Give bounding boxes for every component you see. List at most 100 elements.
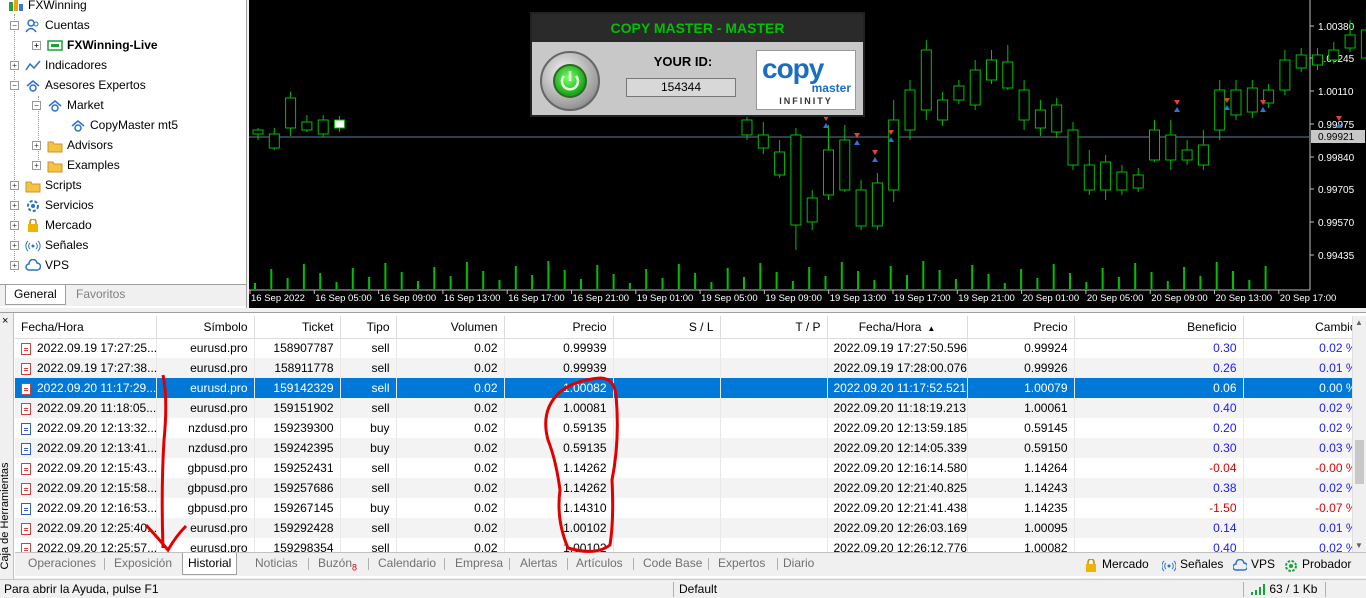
tab-code-base[interactable]: Code Base [638, 553, 707, 575]
cell-open-time: 2022.09.20 11:17:29.... [15, 378, 157, 398]
col-symbol[interactable]: Símbolo [156, 316, 255, 339]
nav-item-vps[interactable]: + VPS [10, 255, 69, 275]
nav-item-mercado[interactable]: + Mercado [10, 215, 92, 235]
cell-profit: 0.40 [1074, 538, 1244, 552]
col-ticket[interactable]: Ticket [254, 316, 341, 339]
candle-body [953, 85, 965, 101]
expand-icon[interactable]: + [10, 261, 19, 271]
deal-doc-icon [21, 402, 31, 415]
nav-item-indicators[interactable]: + Indicadores [10, 55, 107, 75]
table-row[interactable]: 2022.09.19 17:27:38.... eurusd.pro 1589117… [15, 358, 1363, 378]
table-row[interactable]: 2022.09.20 12:16:53.... gbpusd.pro 1592671… [15, 498, 1363, 518]
cell-sl [613, 378, 721, 398]
mercado-button[interactable]: Mercado [1084, 553, 1149, 575]
tab-calendario[interactable]: Calendario [373, 553, 441, 575]
expand-icon[interactable]: + [10, 221, 19, 231]
candle-body [1051, 104, 1063, 133]
tab-noticias[interactable]: Noticias [250, 553, 303, 575]
tab-empresa[interactable]: Empresa [450, 553, 508, 575]
open-time-text: 2022.09.19 17:27:38.... [37, 361, 156, 375]
table-row[interactable]: 2022.09.20 12:15:58.... gbpusd.pro 1592576… [15, 478, 1363, 498]
expand-icon[interactable]: + [10, 201, 19, 211]
tab-general[interactable]: General [5, 285, 66, 305]
nav-item-examples[interactable]: + Examples [32, 155, 120, 175]
collapse-icon[interactable]: − [10, 81, 19, 91]
table-row[interactable]: 2022.09.20 12:13:32.... nzdusd.pro 1592393… [15, 418, 1363, 438]
nav-item-experts[interactable]: − Asesores Expertos [10, 75, 146, 95]
table-row[interactable]: 2022.09.19 17:27:25.... eurusd.pro 1589077… [15, 338, 1363, 358]
scroll-up-icon[interactable]: ▲ [1355, 318, 1363, 327]
cell-close-time: 2022.09.20 11:18:19.213 [827, 398, 968, 418]
col-change[interactable]: Cambio [1243, 316, 1363, 339]
tab-historial[interactable]: Historial [182, 553, 238, 575]
tab-buzon[interactable]: Buzón8 [313, 553, 362, 575]
nav-item-services[interactable]: + Servicios [10, 195, 94, 215]
candle-body [839, 139, 851, 191]
col-price[interactable]: Precio [504, 316, 614, 339]
tab-exposicion[interactable]: Exposición [109, 553, 177, 575]
collapse-icon[interactable]: − [32, 101, 41, 111]
time-label: 19 Sep 17:00 [894, 293, 951, 304]
nav-item-advisors[interactable]: + Advisors [32, 135, 113, 155]
cell-symbol: eurusd.pro [156, 538, 255, 552]
col-profit[interactable]: Beneficio [1074, 316, 1244, 339]
candle-body [774, 151, 786, 176]
expand-icon[interactable]: + [10, 241, 19, 251]
cell-profit: 0.30 [1074, 438, 1244, 458]
cell-price: 0.59135 [504, 438, 614, 458]
expand-icon[interactable]: + [10, 61, 19, 71]
cell-ticket: 159298354 [254, 538, 341, 552]
nav-item-signals[interactable]: + Señales [10, 235, 88, 255]
table-row[interactable]: 2022.09.20 12:25:57.... eurusd.pro 1592983… [15, 538, 1363, 552]
nav-item-scripts[interactable]: + Scripts [10, 175, 82, 195]
cell-open-time: 2022.09.20 12:25:57.... [15, 538, 157, 552]
scroll-down-icon[interactable]: ▼ [1355, 541, 1363, 550]
table-row[interactable]: 2022.09.20 11:18:05.... eurusd.pro 1591519… [15, 398, 1363, 418]
tab-articulos[interactable]: Artículos [571, 553, 628, 575]
cell-change: 0.00 % [1243, 378, 1363, 398]
expand-icon[interactable]: + [10, 181, 19, 191]
table-row[interactable]: 2022.09.20 12:15:43.... gbpusd.pro 1592524… [15, 458, 1363, 478]
close-icon[interactable]: × [2, 315, 8, 327]
cell-ticket: 159267145 [254, 498, 341, 518]
scrollbar-thumb[interactable] [1355, 440, 1364, 484]
nav-root-fxwinning[interactable]: FXWinning [8, 0, 87, 15]
cell-price: 0.99939 [504, 358, 614, 378]
table-row[interactable]: 2022.09.20 12:13:41.... nzdusd.pro 1592423… [15, 438, 1363, 458]
cell-open-time: 2022.09.20 12:25:40.... [15, 518, 157, 538]
nav-item-label: Señales [45, 238, 89, 252]
vps-button[interactable]: VPS [1232, 553, 1275, 575]
vertical-scrollbar[interactable]: ▲ ▼ [1352, 316, 1366, 552]
col-close-price[interactable]: Precio [967, 316, 1075, 339]
price-chart[interactable]: 1.003801.002451.001100.999750.998400.997… [249, 0, 1366, 308]
col-type[interactable]: Tipo [340, 316, 397, 339]
nav-item-label: VPS [45, 258, 70, 272]
tab-operaciones[interactable]: Operaciones [23, 553, 101, 575]
col-volume[interactable]: Volumen [396, 316, 505, 339]
tab-diario[interactable]: Diario [778, 553, 819, 575]
table-row[interactable]: 2022.09.20 12:25:40.... eurusd.pro 1592924… [15, 518, 1363, 538]
table-row[interactable]: 2022.09.20 11:17:29.... eurusd.pro 1591423… [15, 378, 1363, 398]
collapse-icon[interactable]: − [10, 21, 19, 31]
expand-icon[interactable]: + [32, 141, 41, 151]
probador-button[interactable]: Probador [1284, 553, 1351, 575]
tab-alertas[interactable]: Alertas [515, 553, 562, 575]
status-profile: Default [679, 582, 718, 596]
col-close-time[interactable]: Fecha/Hora ▲ [827, 316, 968, 339]
indicators-icon [25, 59, 41, 73]
nav-item-copymaster[interactable]: CopyMaster mt5 [70, 115, 178, 135]
power-button-icon[interactable] [540, 51, 600, 111]
tab-favorites[interactable]: Favoritos [68, 285, 133, 305]
expand-icon[interactable]: + [32, 41, 41, 51]
col-open-time[interactable]: Fecha/Hora [15, 316, 157, 339]
nav-item-accounts[interactable]: − Cuentas [10, 15, 90, 35]
expand-icon[interactable]: + [32, 161, 41, 171]
col-sl[interactable]: S / L [613, 316, 721, 339]
senales-button[interactable]: Señales [1161, 553, 1223, 575]
nav-item-market[interactable]: − Market [32, 95, 104, 115]
nav-item-account-live[interactable]: + FXWinning-Live [32, 35, 158, 55]
nav-item-label: Servicios [45, 198, 94, 212]
status-connection[interactable]: 63 / 1 Kb [1250, 580, 1317, 598]
col-tp[interactable]: T / P [720, 316, 828, 339]
tab-expertos[interactable]: Expertos [713, 553, 770, 575]
